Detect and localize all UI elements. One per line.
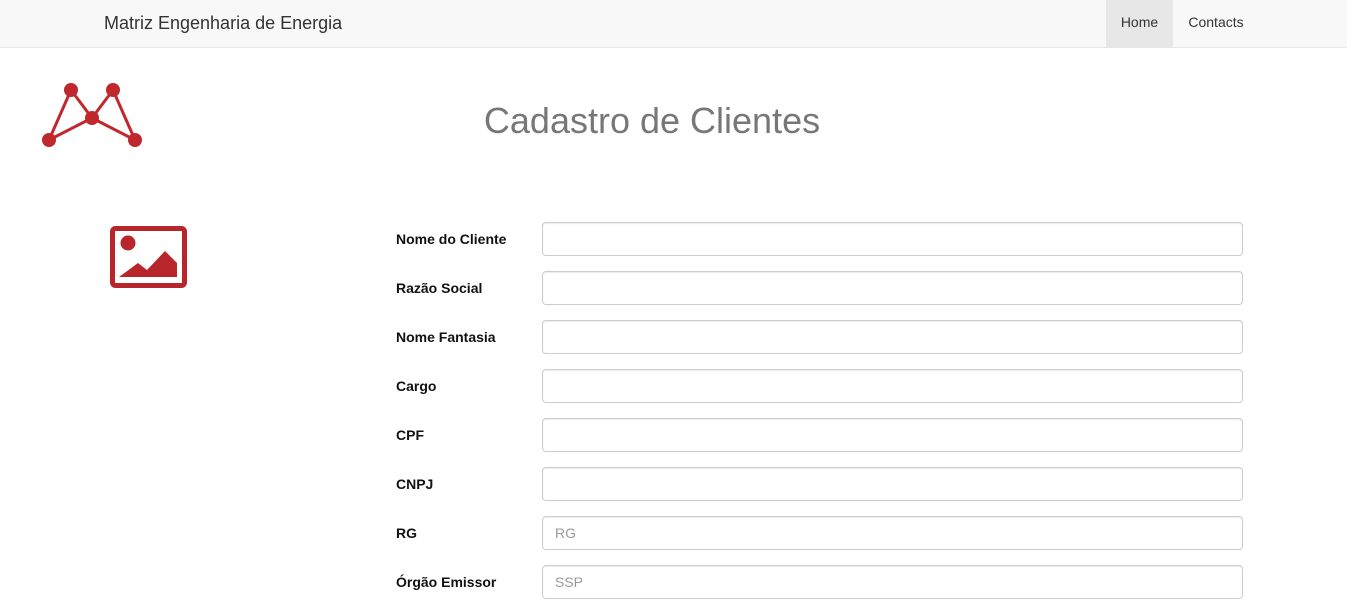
nome-cliente-input[interactable] [542,222,1243,256]
rg-label: RG [396,525,417,541]
form-row-cnpj: CNPJ [396,467,1244,502]
form-row-rg: RG [396,516,1244,551]
nome-fantasia-label: Nome Fantasia [396,329,496,345]
nav-link-contacts[interactable]: Contacts [1173,0,1259,47]
navbar: Matriz Engenharia de Energia Home Contac… [0,0,1347,48]
cargo-label: Cargo [396,378,437,394]
cnpj-input[interactable] [542,467,1243,501]
form-row-razao-social: Razão Social [396,271,1244,306]
orgao-emissor-input[interactable] [542,565,1243,599]
form-row-orgao-emissor: Órgão Emissor [396,565,1244,600]
form-row-cargo: Cargo [396,369,1244,404]
nome-fantasia-input[interactable] [542,320,1243,354]
page-title: Cadastro de Clientes [483,100,821,141]
cpf-label: CPF [396,427,424,443]
cpf-input[interactable] [542,418,1243,452]
rg-input[interactable] [542,516,1243,550]
form-row-nome-fantasia: Nome Fantasia [396,320,1244,355]
cnpj-label: CNPJ [396,476,434,492]
razao-social-input[interactable] [542,271,1243,305]
razao-social-label: Razão Social [396,280,483,296]
image-icon[interactable] [110,226,187,288]
orgao-emissor-label: Órgão Emissor [396,574,497,590]
navbar-brand[interactable]: Matriz Engenharia de Energia [104,0,342,47]
form-row-nome-cliente: Nome do Cliente [396,222,1244,257]
nav-link-home[interactable]: Home [1106,0,1173,47]
form-row-cpf: CPF [396,418,1244,453]
nome-cliente-label: Nome do Cliente [396,231,507,247]
cargo-input[interactable] [542,369,1243,403]
